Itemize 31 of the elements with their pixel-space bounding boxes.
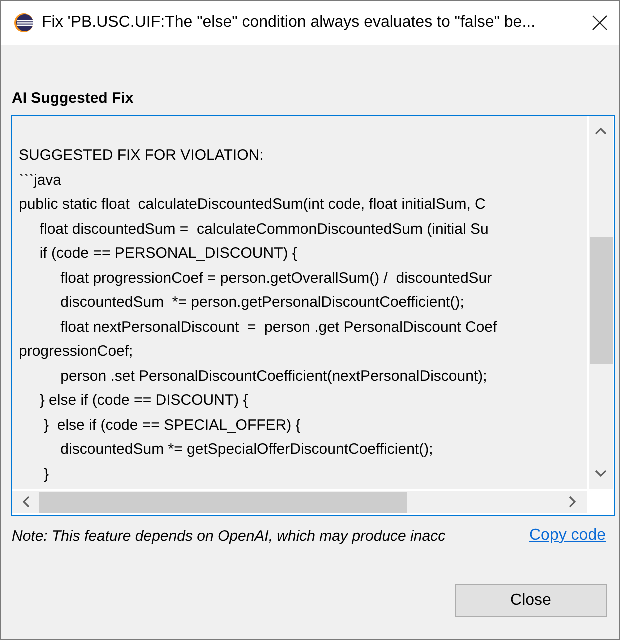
code-line: } else if (code == SPECIAL_OFFER) { bbox=[43, 416, 301, 436]
window-title: Fix 'PB.USC.UIF:The "else" condition always evaluates to "false" be... bbox=[42, 14, 536, 32]
copy-code-link[interactable]: Copy code bbox=[530, 527, 606, 545]
code-line: person .set PersonalDiscountCoefficient(nextPersonalDiscount); bbox=[60, 366, 488, 386]
window-close-button[interactable] bbox=[592, 15, 608, 31]
striped-circle-icon bbox=[14, 13, 34, 33]
code-line: progressionCoef; bbox=[19, 342, 134, 362]
scrollbar-thumb[interactable] bbox=[39, 492, 407, 512]
code-line: float progressionCoef = person.getOverallSum() / discountedSur bbox=[60, 268, 492, 288]
section-heading: AI Suggested Fix bbox=[12, 90, 134, 108]
close-button[interactable]: Close bbox=[455, 584, 607, 617]
code-line: } else if (code == DISCOUNT) { bbox=[38, 391, 248, 411]
code-line: float discountedSum = calculateCommonDiscountedSum (initial Su bbox=[38, 220, 489, 240]
chevron-right-icon[interactable] bbox=[569, 496, 577, 508]
code-line: public static float calculateDiscountedSum(int code, float initialSum, C bbox=[19, 195, 486, 215]
code-line: ```java bbox=[19, 170, 62, 190]
scrollbar-thumb[interactable] bbox=[590, 237, 612, 364]
chevron-up-icon[interactable] bbox=[595, 127, 607, 135]
chevron-down-icon[interactable] bbox=[595, 470, 607, 478]
code-line: if (code == PERSONAL_DISCOUNT) { bbox=[38, 244, 298, 264]
code-line: float nextPersonalDiscount = person .get PersonalDiscount Coef bbox=[60, 318, 498, 338]
code-line: SUGGESTED FIX FOR VIOLATION: bbox=[19, 146, 264, 166]
code-line: discountedSum *= getSpecialOfferDiscountCoefficient(); bbox=[60, 440, 434, 460]
horizontal-scrollbar[interactable] bbox=[12, 491, 587, 513]
note-text: Note: This feature depends on OpenAI, which may produce inacc bbox=[12, 528, 446, 544]
vertical-scrollbar[interactable] bbox=[589, 116, 613, 489]
code-text-area[interactable] bbox=[11, 115, 615, 516]
close-icon bbox=[592, 15, 608, 31]
code-line: } bbox=[43, 464, 50, 484]
chevron-left-icon[interactable] bbox=[22, 496, 30, 508]
code-line: discountedSum *= person.getPersonalDiscountCoefficient(); bbox=[60, 293, 464, 313]
